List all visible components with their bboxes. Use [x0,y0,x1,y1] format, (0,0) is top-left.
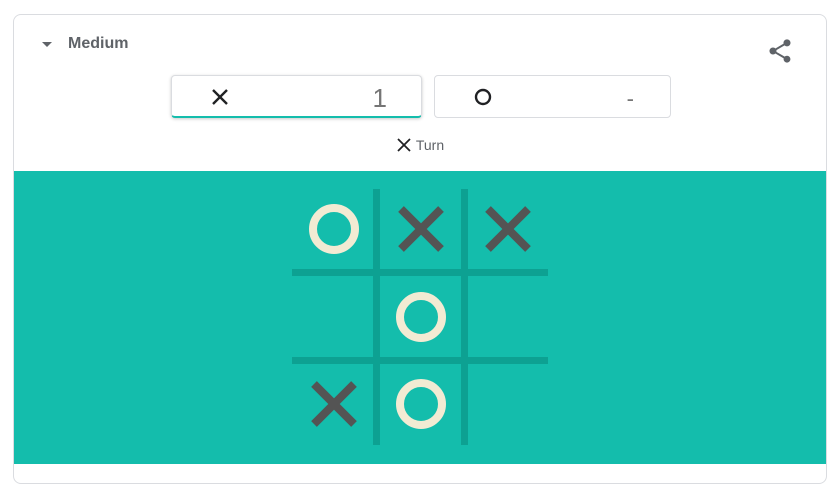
x-symbol-icon [212,89,228,105]
score-card-x: 1 [171,75,422,118]
board-cell-r3-c1[interactable] [292,362,376,446]
board-cell-r3-c3[interactable] [466,362,550,446]
board-area [14,171,826,464]
turn-label: Turn [415,137,445,153]
score-value-o: - [626,86,634,111]
board-cell-r2-c2[interactable] [379,275,463,359]
cells-layer [292,187,550,446]
o-symbol-icon [474,88,492,106]
difficulty-label: Medium [68,35,129,52]
caret-down-icon [42,41,52,47]
x-turn-icon [397,138,411,152]
game-card: Medium 1 - Turn [13,14,827,484]
score-card-o: - [434,75,671,118]
board-cell-r1-c1[interactable] [292,187,376,271]
board-cell-r2-c3[interactable] [466,275,550,359]
board-cell-r1-c3[interactable] [466,187,550,271]
share-icon[interactable] [766,37,794,65]
board-cell-r1-c2[interactable] [379,187,463,271]
turn-indicator: Turn [14,137,826,153]
tic-tac-toe-board [292,187,550,446]
board-cell-r3-c2[interactable] [379,362,463,446]
board-cell-r2-c1[interactable] [292,275,376,359]
score-value-x: 1 [372,83,387,113]
difficulty-dropdown[interactable]: Medium [42,35,128,53]
